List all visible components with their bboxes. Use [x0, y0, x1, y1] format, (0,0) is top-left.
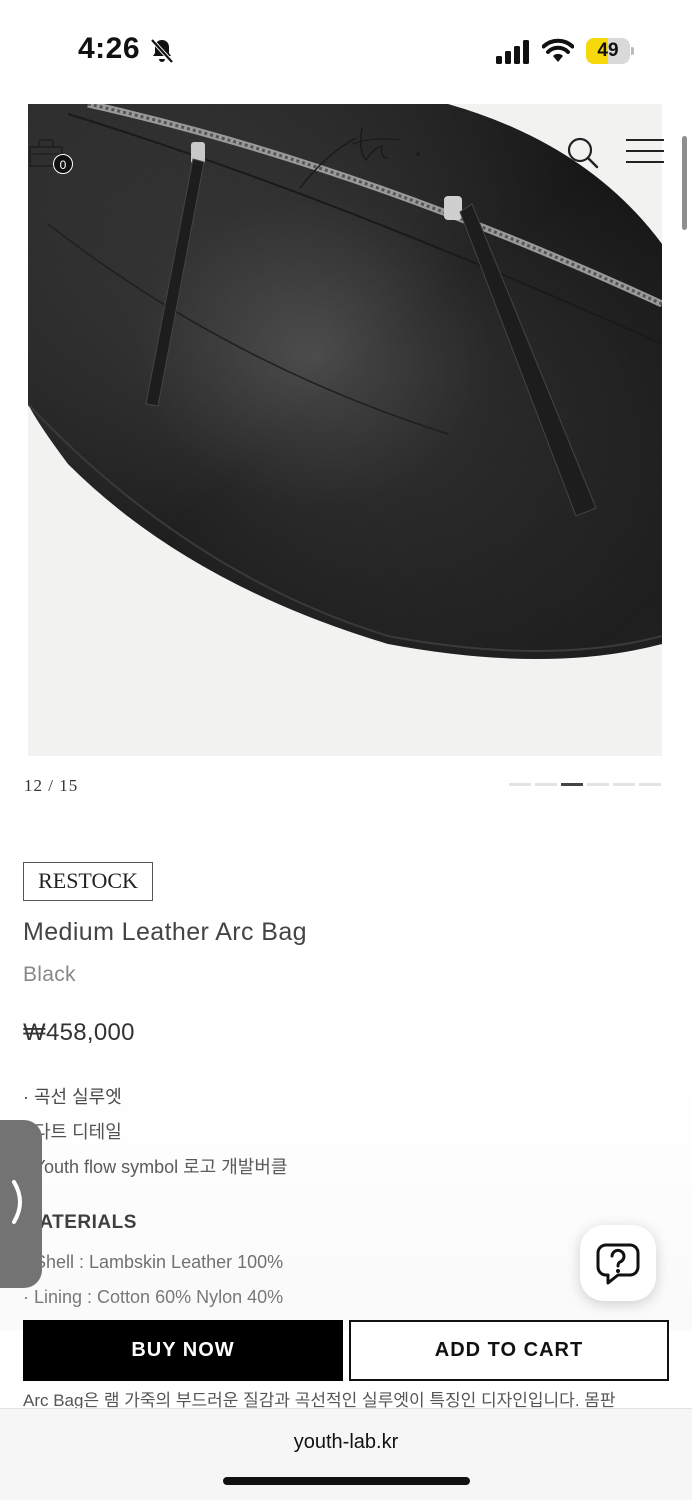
- product-description: Arc Bag은 램 가죽의 부드러운 질감과 곡선적인 실루엣이 특징인 디자…: [23, 1391, 616, 1410]
- bell-slash-icon: [150, 38, 174, 64]
- cart-button[interactable]: 0: [28, 138, 78, 178]
- home-indicator[interactable]: [223, 1477, 470, 1485]
- product-color: Black: [23, 963, 76, 986]
- chevron-right-icon: [12, 1180, 22, 1224]
- search-button[interactable]: [566, 136, 600, 170]
- slide-indicator-segment[interactable]: [587, 783, 609, 786]
- brand-logo[interactable]: [296, 124, 430, 194]
- cellular-signal-icon: [496, 40, 529, 64]
- menu-button[interactable]: [626, 138, 664, 164]
- slide-counter: 12 / 15: [24, 776, 79, 795]
- product-title: Medium Leather Arc Bag: [23, 918, 307, 946]
- slide-indicator-segment[interactable]: [509, 783, 531, 786]
- page-scrollbar[interactable]: [682, 136, 687, 230]
- cart-count-badge: 0: [53, 154, 73, 174]
- url-field[interactable]: youth-lab.kr: [0, 1431, 692, 1454]
- leather-bag-photo: [28, 104, 662, 659]
- restock-badge: RESTOCK: [23, 862, 153, 901]
- browser-bar: youth-lab.kr: [0, 1408, 692, 1500]
- slide-indicator[interactable]: [509, 783, 665, 787]
- slide-indicator-segment[interactable]: [535, 783, 557, 786]
- slide-indicator-segment[interactable]: [613, 783, 635, 786]
- side-drawer-tab[interactable]: [0, 1120, 42, 1288]
- status-time: 4:26: [78, 32, 141, 65]
- product-image[interactable]: [28, 104, 662, 756]
- slide-indicator-segment[interactable]: [561, 783, 583, 786]
- search-icon: [567, 137, 599, 169]
- status-bar: 4:26 49: [0, 0, 692, 100]
- product-price: ₩458,000: [23, 1019, 135, 1046]
- feature-item: · Youth flow symbol 로고 개발버클: [23, 1157, 288, 1177]
- material-item: · Lining : Cotton 60% Nylon 40%: [23, 1287, 284, 1307]
- material-item: · Shell : Lambskin Leather 100%: [23, 1252, 284, 1272]
- add-to-cart-button[interactable]: ADD TO CART: [349, 1320, 669, 1381]
- hamburger-menu-icon: [626, 139, 664, 163]
- slide-indicator-segment[interactable]: [639, 783, 661, 786]
- help-chat-button[interactable]: [580, 1225, 656, 1301]
- wifi-icon: [542, 38, 574, 62]
- buy-now-button[interactable]: BUY NOW: [23, 1320, 343, 1381]
- question-chat-icon: [596, 1243, 640, 1285]
- feature-item: · 곡선 실루엣: [23, 1087, 122, 1107]
- battery-level: 49: [597, 40, 619, 61]
- battery-icon: 49: [586, 38, 634, 64]
